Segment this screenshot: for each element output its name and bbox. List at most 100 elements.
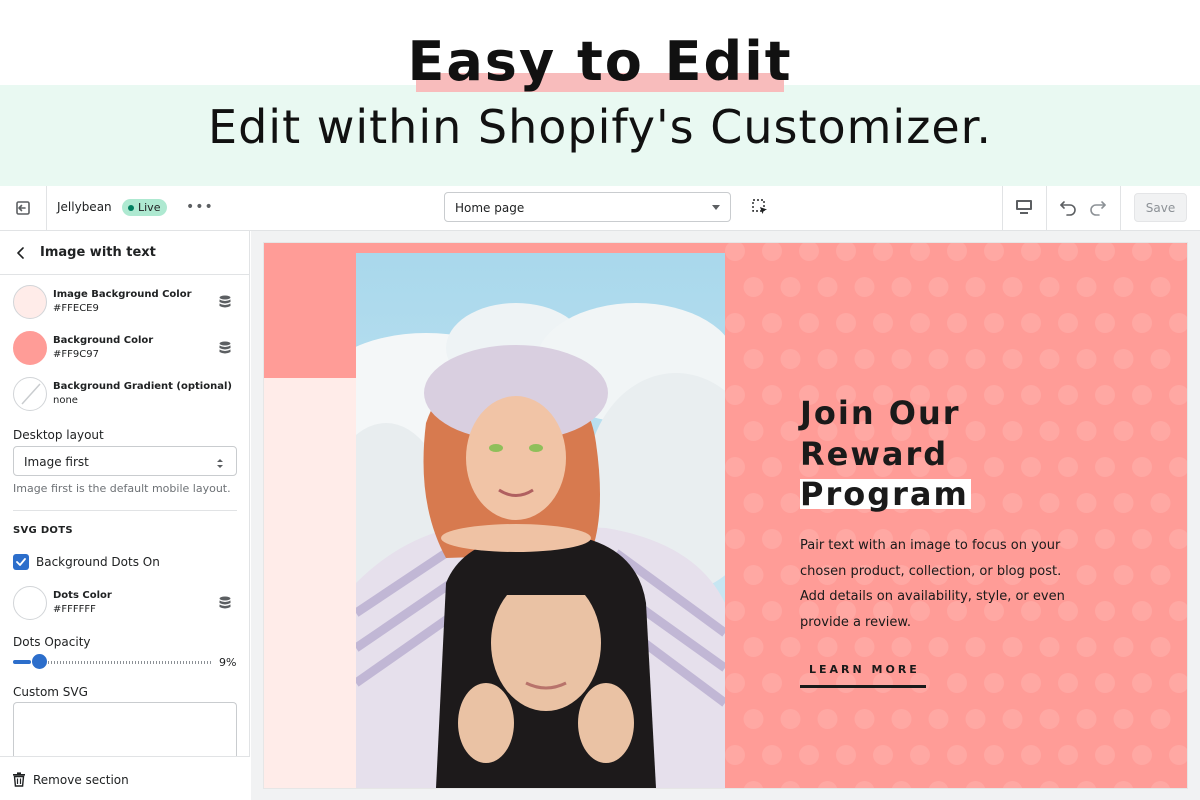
background-dot (1021, 673, 1041, 693)
background-dot (965, 637, 986, 657)
background-dot (780, 781, 801, 788)
background-dot (1058, 385, 1078, 405)
dots-opacity-slider-thumb[interactable] (32, 654, 47, 669)
background-dot (1169, 601, 1187, 621)
background-dot (725, 673, 745, 693)
dots-opacity-label: Dots Opacity (13, 635, 91, 649)
background-dot (1095, 457, 1115, 477)
background-dot (725, 385, 745, 405)
save-button[interactable]: Save (1134, 193, 1187, 222)
remove-section-button[interactable]: Remove section (33, 773, 129, 787)
background-dot (836, 243, 856, 261)
background-dot (910, 313, 930, 333)
background-dot (1113, 421, 1134, 441)
background-dot (1113, 493, 1134, 513)
promo-heading-line-highlighted: Program (800, 475, 971, 513)
color-setting-image-background[interactable]: Image Background Color #FFECE9 (13, 285, 239, 321)
background-dot (762, 313, 782, 333)
background-dot (836, 313, 856, 333)
database-icon[interactable] (217, 340, 233, 356)
background-dot (1150, 781, 1171, 788)
background-dot (743, 349, 764, 369)
undo-icon[interactable] (1058, 197, 1078, 217)
back-arrow-icon[interactable] (14, 245, 28, 259)
dots-opacity-slider-fill (13, 660, 31, 664)
background-dot (1132, 673, 1152, 693)
background-dot (984, 673, 1004, 693)
desktop-layout-select[interactable]: Image first (13, 446, 237, 476)
color-swatch[interactable] (13, 586, 47, 620)
background-dot (817, 781, 838, 788)
background-dot (725, 601, 745, 621)
background-dot (762, 529, 782, 549)
background-dot (947, 745, 967, 765)
desktop-view-icon[interactable] (1014, 198, 1034, 216)
dots-opacity-value: 9% (219, 656, 237, 669)
color-setting-dots[interactable]: Dots Color #FFFFFF (13, 586, 239, 622)
toolbar-divider (1120, 186, 1121, 231)
background-dot (1132, 745, 1152, 765)
toolbar-divider (46, 186, 47, 231)
background-dot (725, 313, 745, 333)
section-photo[interactable] (356, 253, 725, 788)
color-setting-label: Background Color (53, 335, 154, 346)
background-dot (1150, 493, 1171, 513)
more-actions-icon[interactable]: ••• (186, 199, 214, 215)
background-dot (1076, 565, 1097, 585)
inspector-icon[interactable] (751, 198, 769, 216)
background-dot (1150, 709, 1171, 729)
promo-heading-line: Reward (800, 435, 949, 473)
database-icon[interactable] (217, 294, 233, 310)
exit-icon[interactable] (10, 196, 36, 220)
background-dot (1132, 457, 1152, 477)
image-background-block (264, 378, 356, 788)
background-dot (743, 781, 764, 788)
color-setting-value: #FFFFFF (53, 604, 96, 615)
background-dot (1113, 277, 1134, 297)
color-swatch[interactable] (13, 331, 47, 365)
background-dot (1095, 385, 1115, 405)
page-select[interactable]: Home page (444, 192, 731, 222)
background-dot (947, 313, 967, 333)
background-dot (725, 457, 745, 477)
color-setting-background-gradient[interactable]: Background Gradient (optional) none (13, 377, 239, 413)
trash-icon[interactable] (12, 772, 26, 787)
background-dot (1169, 745, 1187, 765)
learn-more-button[interactable]: LEARN MORE (800, 663, 926, 688)
image-with-text-section[interactable]: Join Our Reward Program Pair text with a… (264, 243, 1187, 788)
background-dots-pattern (725, 243, 1187, 788)
settings-sidebar: Image with text Image Background Color #… (0, 231, 250, 800)
color-setting-background[interactable]: Background Color #FF9C97 (13, 331, 239, 367)
background-dot (854, 781, 875, 788)
color-setting-label: Image Background Color (53, 289, 192, 300)
color-swatch[interactable] (13, 285, 47, 319)
background-dot (780, 493, 801, 513)
background-dot (1095, 243, 1115, 261)
background-dot (743, 709, 764, 729)
toolbar-divider (1002, 186, 1003, 231)
background-dot (1076, 637, 1097, 657)
background-dot (873, 313, 893, 333)
dots-opacity-slider-track[interactable] (36, 661, 213, 664)
background-dot (743, 277, 764, 297)
background-dot (928, 277, 949, 297)
custom-svg-textarea[interactable] (13, 702, 237, 762)
background-dot (762, 601, 782, 621)
database-icon[interactable] (217, 595, 233, 611)
redo-icon[interactable] (1088, 197, 1108, 217)
store-name: Jellybean (57, 200, 112, 214)
background-dot (1150, 349, 1171, 369)
background-dot (1039, 781, 1060, 788)
background-dot (1021, 745, 1041, 765)
background-dot (1076, 349, 1097, 369)
hero-subtitle: Edit within Shopify's Customizer. (208, 100, 992, 154)
background-dot (873, 745, 893, 765)
live-badge-label: Live (138, 201, 161, 214)
svg-dots-heading: SVG DOTS (13, 525, 73, 536)
background-dots-checkbox[interactable] (13, 554, 29, 570)
hero-title: Easy to Edit (407, 30, 793, 93)
color-swatch-none[interactable] (13, 377, 47, 411)
background-dot (984, 745, 1004, 765)
color-setting-value: none (53, 395, 78, 406)
color-setting-label: Background Gradient (optional) (53, 381, 232, 392)
